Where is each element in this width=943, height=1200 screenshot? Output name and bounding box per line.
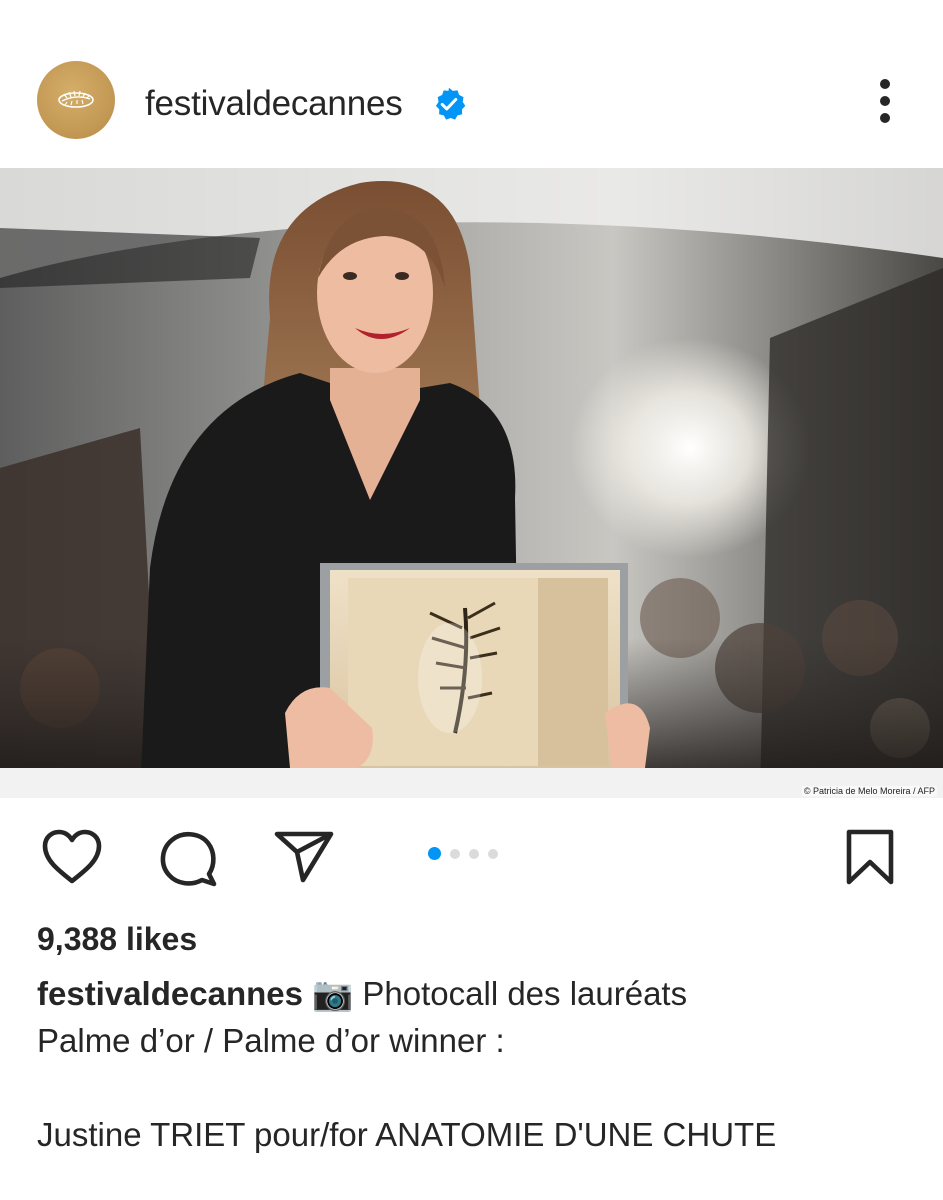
heart-icon[interactable] (40, 828, 104, 886)
post-photo[interactable]: © Patricia de Melo Moreira / AFP (0, 168, 943, 798)
carousel-indicator (428, 847, 498, 860)
avatar[interactable] (37, 61, 115, 139)
action-bar (0, 798, 943, 913)
bookmark-icon[interactable] (843, 828, 897, 888)
caption: festivaldecannes 📷 Photocall des lauréat… (37, 970, 917, 1158)
more-vertical-icon[interactable] (864, 75, 906, 127)
camera-emoji: 📷 (312, 975, 354, 1012)
more-dot (880, 79, 890, 89)
paper-plane-icon[interactable] (273, 828, 335, 886)
carousel-dot-active (428, 847, 441, 860)
more-dot (880, 96, 890, 106)
palm-logo-icon (58, 90, 94, 108)
caption-username[interactable]: festivaldecannes (37, 975, 303, 1012)
likes-count[interactable]: 9,388 likes (37, 918, 197, 960)
verified-badge-icon (435, 87, 466, 120)
photo-illustration (0, 168, 943, 798)
more-dot (880, 113, 890, 123)
post-header: festivaldecannes (0, 0, 943, 168)
caption-text-line3: Justine TRIET pour/for ANATOMIE D'UNE CH… (37, 1116, 777, 1153)
caption-text-line2: Palme d’or / Palme d’or winner : (37, 1022, 505, 1059)
carousel-dot (488, 848, 498, 859)
comment-bubble-icon[interactable] (157, 828, 219, 890)
caption-text-line1: Photocall des lauréats (362, 975, 688, 1012)
carousel-dot (469, 848, 479, 859)
carousel-dot (450, 848, 460, 859)
photo-credit: © Patricia de Melo Moreira / AFP (801, 786, 937, 796)
username[interactable]: festivaldecannes (145, 82, 403, 126)
caption-first-line: festivaldecannes 📷 Photocall des lauréat… (37, 970, 917, 1017)
